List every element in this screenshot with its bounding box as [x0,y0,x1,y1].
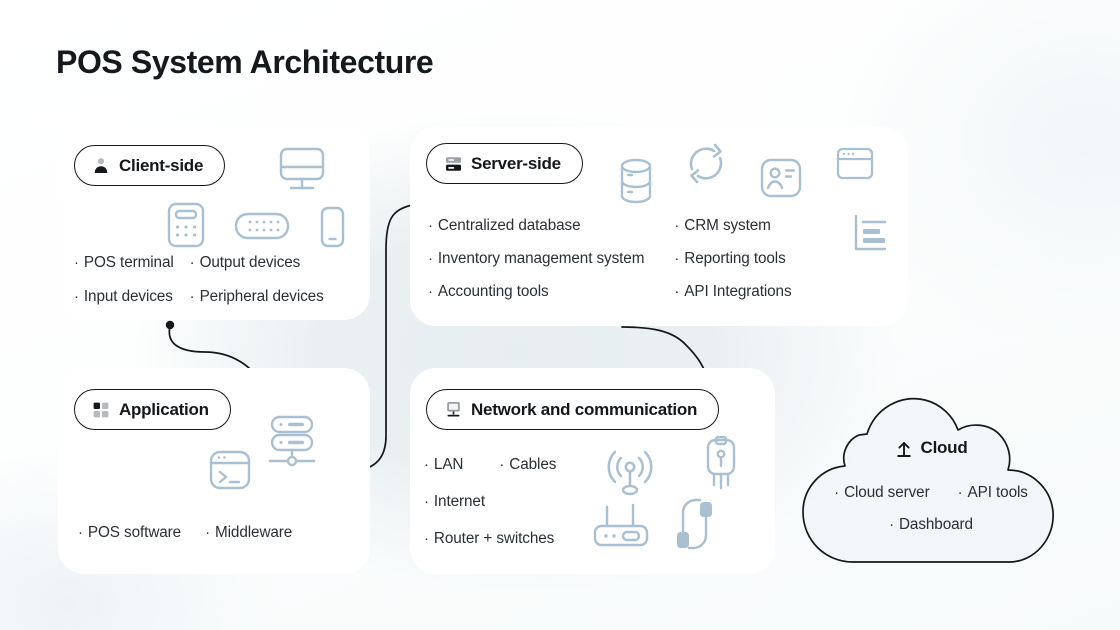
card-title-cloud: Cloud [920,438,968,457]
browser-window-icon [834,145,876,183]
terminal-icon [206,446,254,494]
page-title: POS System Architecture [56,44,434,80]
bullet-row: · Dashboard [795,516,1067,534]
card-network-and-communication: Network and communication · LAN · Cables… [410,368,775,574]
card-header-cloud: Cloud [795,438,1067,458]
card-header-network-and-communication: Network and communication [426,389,720,430]
pos-terminal-icon [164,200,208,250]
card-header-application: Application [74,389,231,430]
bullet-column-right: · CRM system · Reporting tools · API Integr… [674,217,791,301]
bullet-list-network: · LAN · Cables · Internet · Router + switche… [424,456,556,548]
card-title-network-and-communication: Network and communication [471,399,698,419]
card-server-side: Server-side · Centralized database · Inv… [410,127,908,326]
ethernet-plug-icon [701,436,741,494]
report-chart-icon [849,211,891,255]
card-title-application: Application [119,399,209,419]
bullet-column-left: · Centralized database · Inventory managem… [428,217,644,301]
server-stack-icon [264,412,320,470]
bullet-column-right: · Output devices · Peripheral devices [190,254,324,306]
bullet-item: · POS terminal [74,254,174,271]
bullet-item: · Centralized database [428,217,581,234]
bullet-item: · Router + switches [424,530,555,547]
bullet-item: · Middleware [205,524,293,541]
card-client-side: Client-side · POS terminal · Input devic… [58,124,370,320]
bullet-item: · Dashboard [889,516,973,533]
bullet-row: · Cloud server · API tools [795,484,1067,502]
smartphone-icon [314,204,350,250]
bullet-item: · Reporting tools [674,250,786,267]
bullet-list-client-side: · POS terminal · Input devices · Output dev… [74,254,324,306]
contact-card-icon [757,155,805,201]
bullet-item: · Cables [499,456,557,473]
bullet-item: · Cloud server [834,484,930,501]
bullet-item: · API Integrations [674,283,792,300]
grid-squares-icon [92,401,110,419]
bullet-item: · LAN [424,456,464,473]
card-title-client-side: Client-side [119,155,204,175]
server-rack-icon [444,155,462,173]
bullet-column-left: · POS terminal · Input devices [74,254,174,306]
database-icon [612,154,660,208]
person-icon [92,157,110,175]
bullet-list-cloud: · Cloud server · API tools · Dashboard [795,484,1067,548]
monitor-icon [274,142,330,198]
bullet-list-server-side: · Centralized database · Inventory managem… [428,217,792,301]
bullet-column: · LAN · Cables · Internet · Router + switche… [424,456,556,548]
card-title-server-side: Server-side [471,153,561,173]
bullet-item: · Input devices [74,288,173,305]
card-application: Application · POS software · Middleware [58,368,370,574]
sync-icon [682,141,730,187]
connector-dot-client [165,320,175,330]
bullet-row: · LAN · Cables [424,456,556,474]
bullet-item: · Accounting tools [428,283,549,300]
keyboard-icon [231,206,293,246]
bullet-item: · API tools [957,484,1028,501]
card-header-client-side: Client-side [74,145,226,186]
bullet-item: · Internet [424,493,485,510]
bullet-item: · Inventory management system [428,250,645,267]
bullet-item: · Peripheral devices [189,288,324,305]
upload-arrow-icon [895,439,913,457]
connector-server-to-network [621,326,707,375]
antenna-signal-icon [602,443,658,501]
power-cable-icon [672,496,718,554]
bullet-item: · Output devices [189,254,301,271]
router-icon [590,502,652,550]
bullet-item: · POS software [78,524,182,541]
desktop-network-icon [444,401,462,419]
bullet-item: · CRM system [674,217,771,234]
card-header-server-side: Server-side [426,143,583,184]
card-cloud: Cloud · Cloud server · API tools · Dashboar… [795,392,1067,572]
bullet-list-application: · POS software · Middleware [78,524,292,542]
